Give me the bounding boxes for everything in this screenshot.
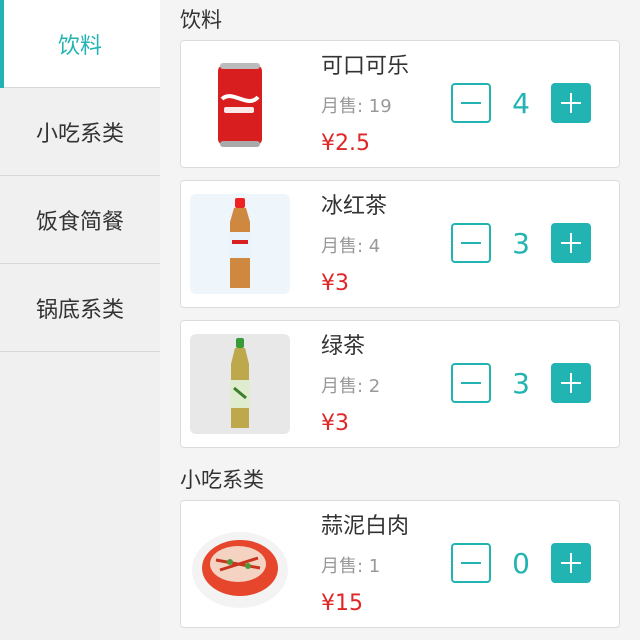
increase-button[interactable]	[551, 363, 591, 403]
product-name: 冰红茶	[321, 194, 388, 219]
sidebar-item-drinks[interactable]: 饮料	[0, 0, 160, 88]
product-card: 绿茶 月售: 2 ¥3 3	[180, 320, 620, 448]
minus-icon	[461, 102, 481, 104]
sidebar-item-hotpot-base[interactable]: 锅底系类	[0, 264, 160, 352]
quantity-value: 3	[512, 366, 530, 400]
quantity-value: 4	[512, 86, 530, 120]
quantity-value: 3	[512, 226, 530, 260]
product-sales: 月售: 1	[321, 556, 381, 577]
ice-tea-bottle-image	[190, 194, 290, 294]
plus-icon	[561, 553, 581, 573]
product-card: 可口可乐 月售: 19 ¥2.5 4	[180, 40, 620, 168]
sidebar-item-label: 小吃系类	[35, 121, 124, 147]
product-price: ¥15	[321, 591, 363, 616]
product-price: ¥3	[321, 411, 349, 436]
product-name: 可口可乐	[321, 54, 410, 79]
category-sidebar: 饮料 小吃系类 饭食简餐 锅底系类	[0, 0, 160, 640]
quantity-stepper: 4	[451, 83, 591, 123]
product-sales: 月售: 4	[321, 236, 381, 257]
product-name: 绿茶	[321, 334, 366, 359]
product-info: 可口可乐 月售: 19 ¥2.5	[321, 49, 409, 163]
minus-icon	[461, 382, 481, 384]
increase-button[interactable]	[551, 543, 591, 583]
product-info: 绿茶 月售: 2 ¥3	[321, 329, 380, 443]
product-price: ¥2.5	[321, 131, 370, 156]
product-card: 冰红茶 月售: 4 ¥3 3	[180, 180, 620, 308]
product-sales: 月售: 19	[321, 96, 392, 117]
sidebar-item-snacks[interactable]: 小吃系类	[0, 88, 160, 176]
section-title-drinks: 饮料	[180, 8, 222, 32]
plus-icon	[561, 93, 581, 113]
product-card: 蒜泥白肉 月售: 1 ¥15 0	[180, 500, 620, 628]
decrease-button[interactable]	[451, 543, 491, 583]
decrease-button[interactable]	[451, 83, 491, 123]
green-tea-bottle-image	[190, 334, 290, 434]
minus-icon	[461, 242, 481, 244]
quantity-stepper: 3	[451, 363, 591, 403]
product-name: 蒜泥白肉	[321, 514, 410, 539]
decrease-button[interactable]	[451, 223, 491, 263]
product-sales: 月售: 2	[321, 376, 381, 397]
sidebar-item-label: 饭食简餐	[35, 209, 124, 235]
quantity-value: 0	[512, 546, 530, 580]
menu-app: 饮料 小吃系类 饭食简餐 锅底系类 饮料 可口可乐 月售: 19 ¥2.5 4 …	[0, 0, 640, 640]
product-info: 蒜泥白肉 月售: 1 ¥15	[321, 509, 409, 623]
product-info: 冰红茶 月售: 4 ¥3	[321, 189, 387, 303]
sidebar-item-label: 饮料	[57, 33, 102, 59]
increase-button[interactable]	[551, 223, 591, 263]
minus-icon	[461, 562, 481, 564]
cola-can-image	[190, 54, 290, 154]
decrease-button[interactable]	[451, 363, 491, 403]
garlic-pork-dish-image	[190, 514, 290, 614]
sidebar-item-rice-meals[interactable]: 饭食简餐	[0, 176, 160, 264]
quantity-stepper: 0	[451, 543, 591, 583]
quantity-stepper: 3	[451, 223, 591, 263]
sidebar-item-label: 锅底系类	[35, 297, 124, 323]
product-list[interactable]: 饮料 可口可乐 月售: 19 ¥2.5 4 冰红茶 月售: 4 ¥3 3 绿茶 …	[160, 0, 640, 640]
section-title-snacks: 小吃系类	[180, 468, 264, 492]
increase-button[interactable]	[551, 83, 591, 123]
product-price: ¥3	[321, 271, 349, 296]
plus-icon	[561, 373, 581, 393]
plus-icon	[561, 233, 581, 253]
